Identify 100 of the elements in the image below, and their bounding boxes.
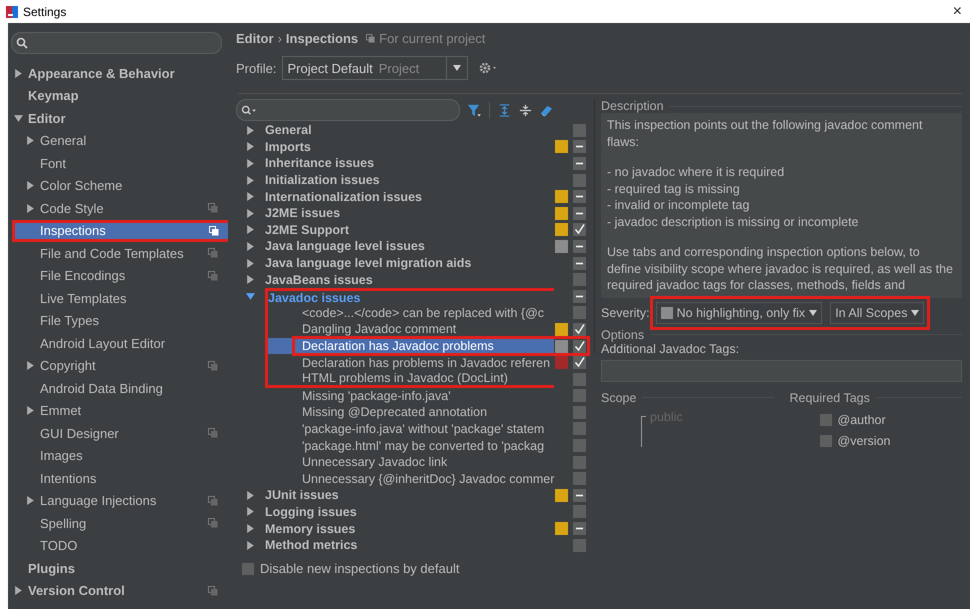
expand-arrow-icon[interactable] (26, 361, 34, 370)
sidebar-item[interactable]: Plugins (8, 557, 228, 580)
expand-all-icon[interactable] (498, 104, 511, 116)
collapse-all-icon[interactable] (519, 104, 532, 116)
checkbox[interactable] (820, 414, 832, 426)
sidebar-item[interactable]: Spelling (8, 512, 228, 534)
sidebar-item[interactable]: Copyright (8, 354, 228, 377)
checkbox[interactable] (573, 406, 586, 419)
sidebar-item[interactable]: Emmet (8, 400, 228, 422)
checkbox[interactable] (573, 124, 586, 137)
filter-search-field[interactable] (236, 99, 460, 121)
checkbox[interactable] (573, 322, 586, 336)
checkbox[interactable] (573, 190, 586, 204)
sidebar-item[interactable]: GUI Designer (8, 422, 228, 444)
checkbox[interactable] (573, 273, 586, 286)
inspection-row[interactable]: Memory issues (265, 520, 554, 537)
expand-arrow-icon[interactable] (14, 68, 22, 78)
inspection-row[interactable]: Logging issues (265, 504, 554, 520)
checkbox-label[interactable]: @author (838, 413, 886, 427)
inspection-row[interactable]: General (265, 122, 554, 139)
expand-arrow-icon[interactable] (26, 181, 34, 190)
checkbox[interactable] (573, 456, 586, 469)
sidebar-item[interactable]: Language Injections (8, 490, 228, 512)
expand-arrow-icon[interactable] (14, 114, 22, 123)
sidebar-item[interactable]: Images (8, 444, 228, 467)
checkbox-label[interactable]: Disable new inspections by default (260, 561, 460, 576)
sidebar-item[interactable]: Live Templates (8, 287, 228, 310)
sidebar-item[interactable]: Intentions (8, 467, 228, 490)
inspection-row[interactable]: Initialization issues (265, 172, 554, 188)
scope-dropdown[interactable]: In All Scopes (830, 302, 924, 324)
checkbox-label[interactable]: @version (838, 434, 890, 448)
inspection-row[interactable]: JavaBeans issues (265, 271, 554, 288)
checkbox[interactable] (573, 340, 586, 353)
inspection-row[interactable]: <code>...</code> can be replaced with {@c (265, 304, 554, 322)
checkbox[interactable] (573, 206, 586, 220)
inspection-row[interactable]: Imports (265, 138, 554, 156)
checkbox[interactable] (573, 372, 586, 386)
sidebar-item[interactable]: Font (8, 152, 228, 174)
inspection-row[interactable]: Missing 'package-info.java' (265, 388, 554, 404)
inspection-row[interactable]: Method metrics (265, 536, 554, 554)
sidebar-item[interactable]: Keymap (8, 84, 228, 107)
checkbox[interactable] (573, 472, 586, 486)
expand-arrow-icon[interactable] (26, 204, 34, 213)
inspection-row[interactable]: Javadoc issues (265, 288, 554, 305)
expand-arrow-icon[interactable] (14, 586, 22, 596)
sidebar-item[interactable]: TODO (8, 534, 228, 557)
checkbox[interactable] (573, 306, 586, 320)
inspection-row[interactable]: HTML problems in Javadoc (DocLint) (265, 370, 554, 388)
filter-icon[interactable] (468, 104, 481, 116)
sidebar-item[interactable]: File Types (8, 310, 228, 332)
inspection-row[interactable]: Java language level migration aids (265, 254, 554, 272)
checkbox[interactable] (573, 538, 586, 552)
breadcrumb-item[interactable]: Editor (236, 30, 274, 46)
severity-dropdown[interactable]: No highlighting, only fix (656, 302, 822, 324)
checkbox[interactable] (573, 240, 586, 253)
checkbox[interactable] (573, 140, 586, 154)
checkbox[interactable] (573, 256, 586, 270)
sidebar-item[interactable]: Code Style (8, 197, 228, 220)
checkbox[interactable] (573, 156, 586, 170)
profile-dropdown[interactable]: Project Default Project (282, 56, 468, 80)
expand-arrow-icon[interactable] (246, 292, 255, 301)
inspection-row[interactable]: Unnecessary Javadoc link (265, 454, 554, 470)
expand-arrow-icon[interactable] (26, 406, 34, 416)
checkbox[interactable] (573, 290, 586, 303)
sidebar-item[interactable]: Version Control (8, 580, 228, 602)
inspection-row[interactable]: Inheritance issues (265, 155, 554, 172)
search-field[interactable] (11, 32, 222, 54)
expand-arrow-icon[interactable] (26, 136, 34, 146)
checkbox[interactable] (820, 435, 832, 447)
gear-icon[interactable] (478, 61, 498, 75)
inspection-row[interactable]: Java language level issues (265, 238, 554, 255)
checkbox[interactable] (573, 422, 586, 436)
inspection-row[interactable]: J2ME issues (265, 204, 554, 222)
checkbox[interactable] (573, 439, 586, 452)
eraser-icon[interactable] (540, 104, 553, 116)
sidebar-item[interactable]: File Encodings (8, 264, 228, 287)
inspection-row[interactable]: JUnit issues (265, 487, 554, 504)
checkbox[interactable] (573, 488, 586, 502)
sidebar-item[interactable]: Appearance & Behavior (8, 62, 228, 84)
close-button[interactable]: × (944, 2, 970, 20)
checkbox[interactable] (242, 562, 254, 575)
sidebar-item[interactable]: Color Scheme (8, 174, 228, 197)
inspection-row[interactable]: Internationalization issues (265, 188, 554, 205)
checkbox[interactable] (573, 223, 586, 236)
checkbox[interactable] (573, 505, 586, 518)
inspection-row[interactable]: 'package.html' may be converted to 'packag (265, 437, 554, 454)
checkbox[interactable] (573, 522, 586, 536)
checkbox[interactable] (573, 389, 586, 402)
sidebar-item[interactable]: Android Layout Editor (8, 332, 228, 354)
inspection-row[interactable]: Unnecessary {@inheritDoc} Javadoc commer (265, 470, 554, 488)
checkbox[interactable] (573, 174, 586, 187)
checkbox[interactable] (573, 356, 586, 370)
inspection-row[interactable]: 'package-info.java' without 'package' statem (265, 420, 554, 438)
inspection-row[interactable]: J2ME Support (265, 222, 554, 238)
inspection-row[interactable]: Missing @Deprecated annotation (265, 404, 554, 421)
sidebar-item[interactable]: File and Code Templates (8, 242, 228, 264)
sidebar-item[interactable]: General (8, 130, 228, 152)
input-field[interactable] (601, 360, 962, 382)
sidebar-item[interactable]: Android Data Binding (8, 377, 228, 400)
sidebar-item[interactable]: Editor (8, 107, 228, 130)
